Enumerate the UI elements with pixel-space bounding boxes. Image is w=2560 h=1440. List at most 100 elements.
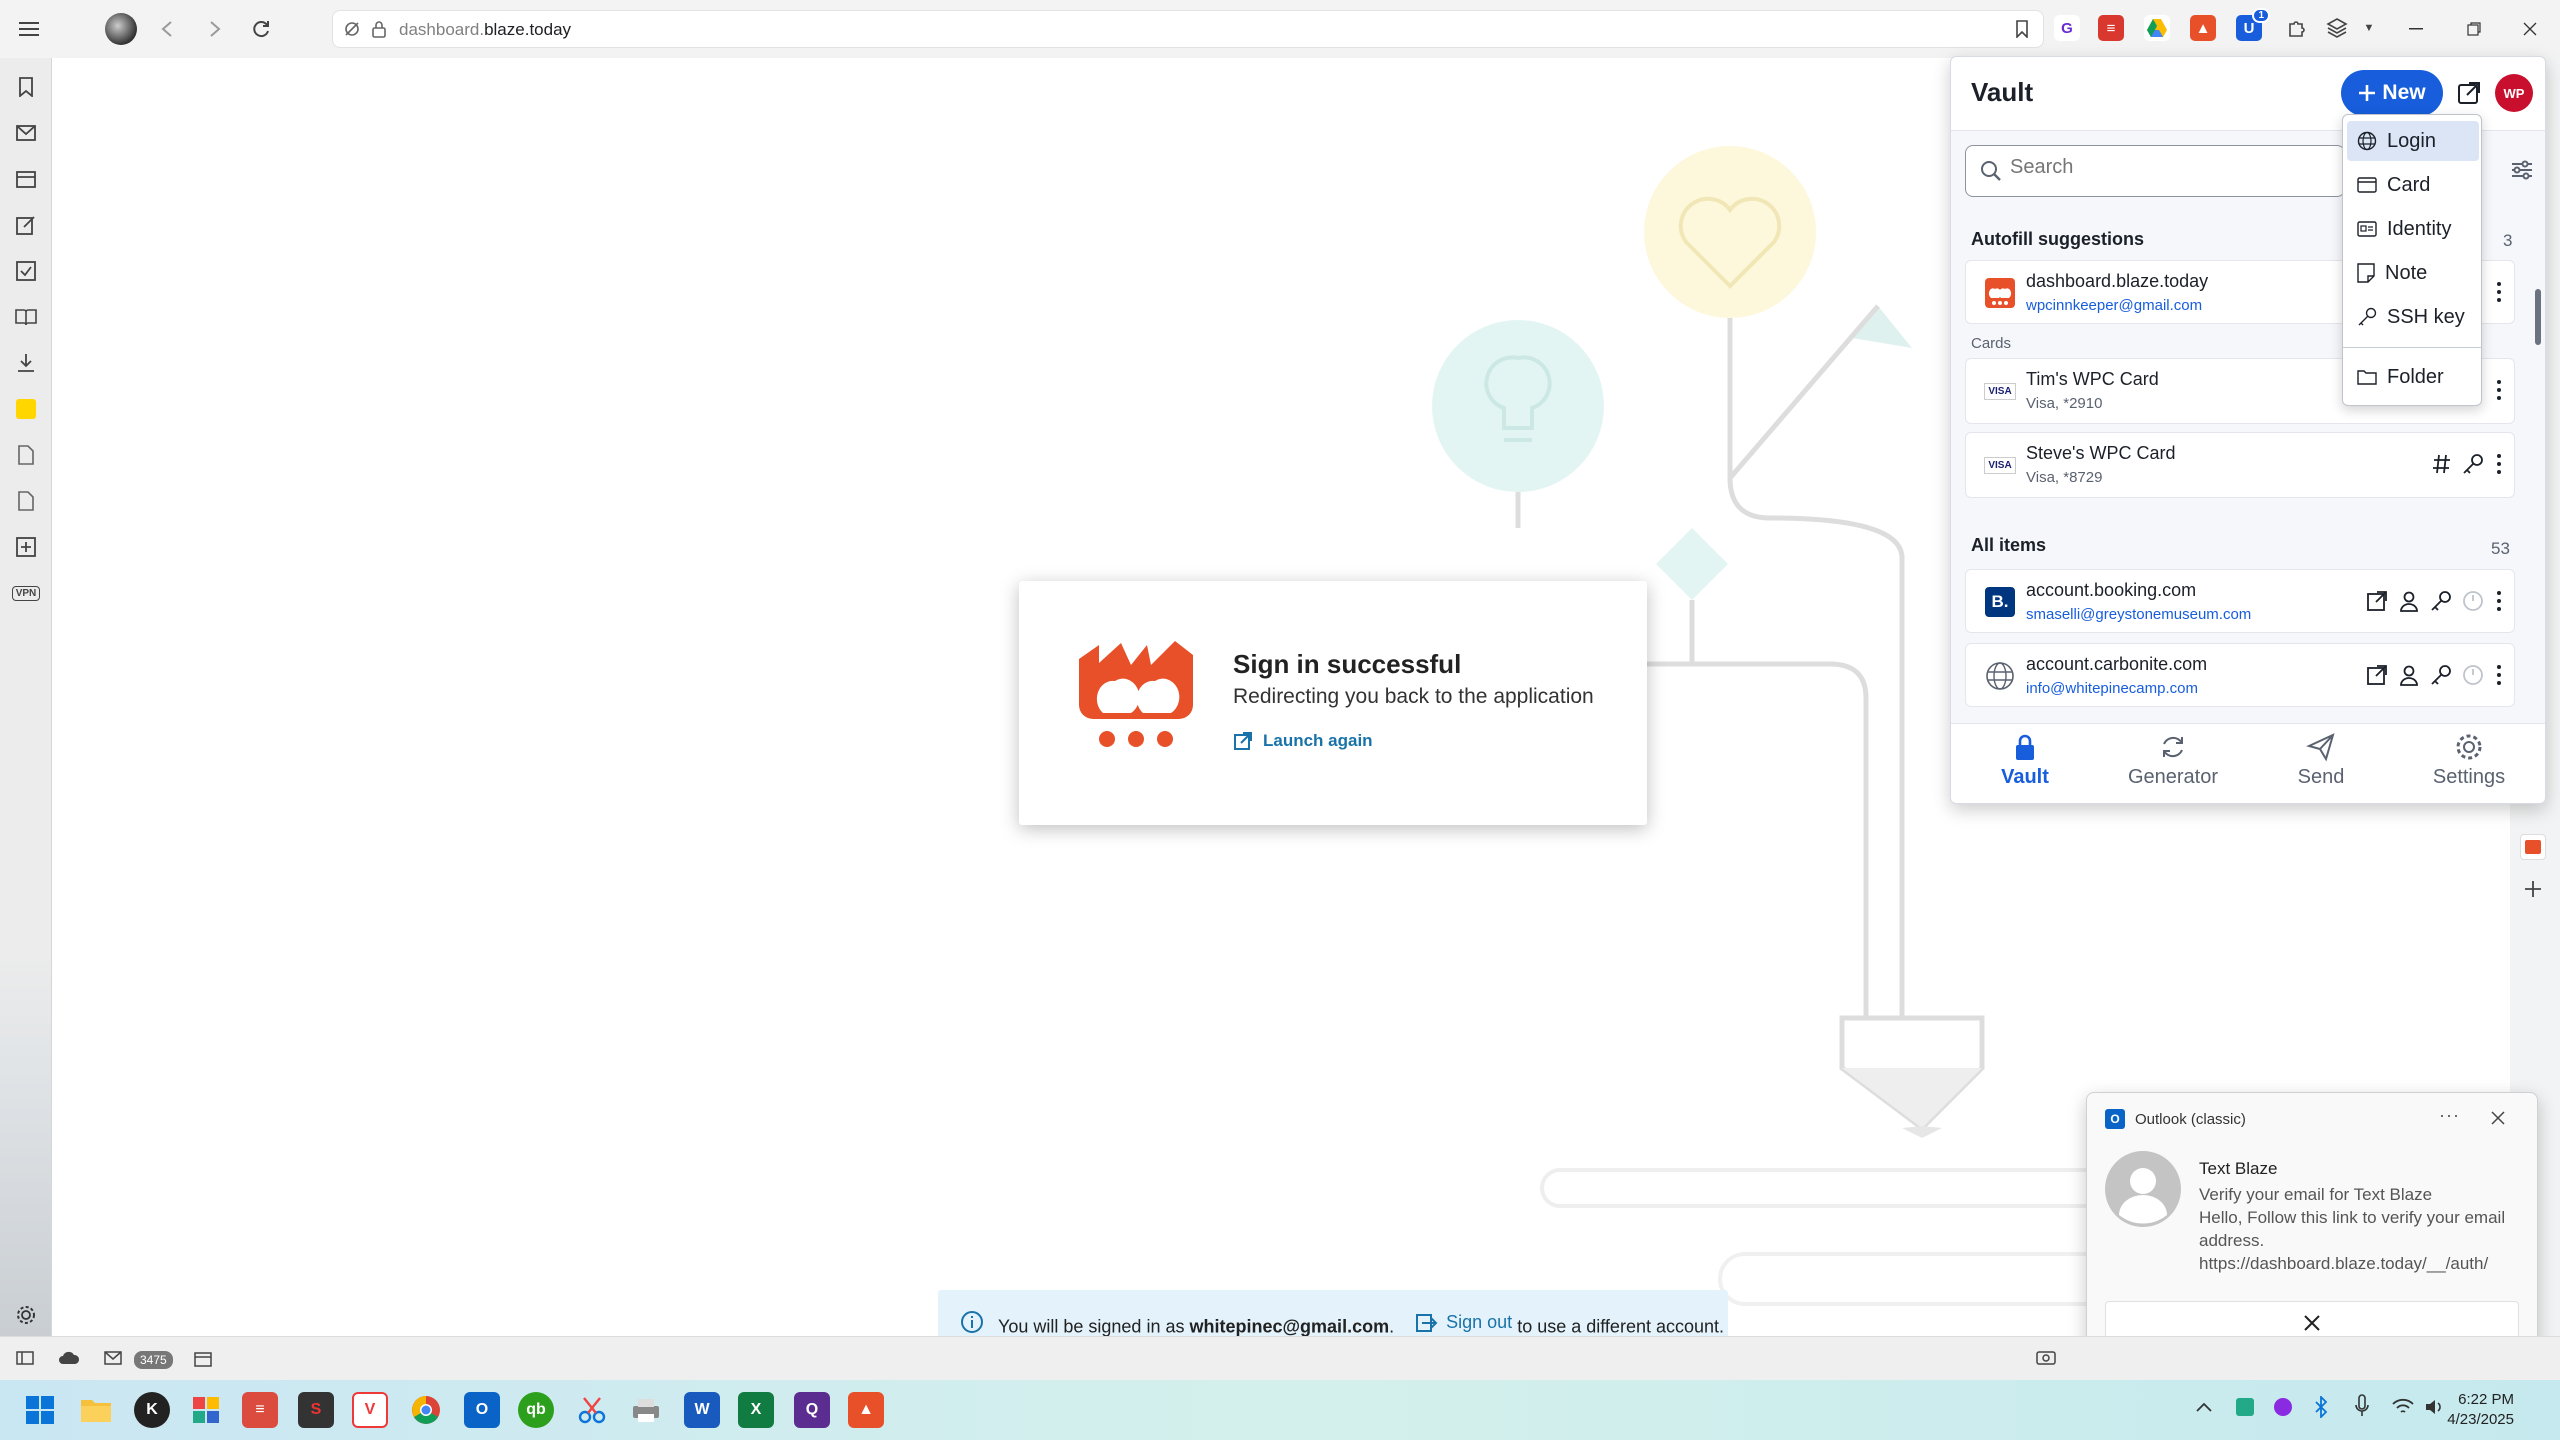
sign-out-link[interactable]: Sign out — [1416, 1312, 1512, 1333]
downloads-icon[interactable] — [13, 350, 39, 376]
card-item[interactable]: VISA Steve's WPC Card Visa, *8729 — [1965, 432, 2515, 498]
mail-icon[interactable] — [13, 120, 39, 146]
notes-icon[interactable] — [13, 212, 39, 238]
chevron-down-icon[interactable]: ▼ — [2356, 15, 2382, 41]
totp-clock-icon[interactable] — [2462, 664, 2484, 686]
menu-item-note[interactable]: Note — [2347, 253, 2479, 293]
close-window-button[interactable] — [2510, 14, 2550, 44]
profile-avatar[interactable] — [104, 12, 138, 46]
more-options-icon[interactable] — [2494, 279, 2504, 305]
volume-icon[interactable] — [2424, 1398, 2446, 1416]
taskbar-clock[interactable]: 6:22 PM 4/23/2025 — [2447, 1390, 2514, 1430]
account-avatar[interactable]: WP — [2495, 74, 2533, 112]
chrome-icon[interactable] — [408, 1392, 444, 1428]
vault-scrollbar[interactable] — [2533, 217, 2543, 717]
popout-icon[interactable] — [2457, 81, 2481, 105]
capture-icon[interactable] — [2036, 1349, 2056, 1365]
sync-cloud-icon[interactable] — [58, 1351, 80, 1365]
calendar-icon[interactable] — [13, 166, 39, 192]
extension-drive-icon[interactable] — [2144, 15, 2170, 41]
nav-send-tab[interactable]: Send — [2247, 732, 2395, 789]
microphone-icon[interactable] — [2354, 1394, 2370, 1418]
bookmark-icon[interactable] — [2015, 20, 2029, 38]
reading-list-icon[interactable] — [13, 304, 39, 330]
menu-icon[interactable] — [12, 12, 46, 46]
launch-again-link[interactable]: Launch again — [1233, 731, 1373, 751]
extensions-puzzle-icon[interactable] — [2284, 15, 2310, 41]
vpn-icon[interactable]: VPN — [11, 580, 41, 606]
vault-search-field[interactable] — [1965, 145, 2345, 197]
panel-toggle-icon[interactable] — [16, 1351, 34, 1365]
totp-clock-icon[interactable] — [2462, 590, 2484, 612]
add-panel-icon[interactable] — [13, 534, 39, 560]
restore-button[interactable] — [2454, 14, 2494, 44]
app-s-icon[interactable]: S — [298, 1392, 334, 1428]
tray-expand-icon[interactable] — [2196, 1402, 2212, 1412]
quickbooks-icon[interactable]: qb — [518, 1392, 554, 1428]
toast-dismiss-icon[interactable] — [2491, 1111, 2505, 1125]
nav-vault-tab[interactable]: Vault — [1951, 732, 2099, 789]
app-tiles-icon[interactable] — [188, 1392, 224, 1428]
more-options-icon[interactable] — [2494, 377, 2504, 403]
forward-icon[interactable] — [198, 12, 232, 46]
mail-status-icon[interactable] — [104, 1351, 122, 1365]
web-panel-yellow-icon[interactable] — [13, 396, 39, 422]
extension-bitwarden-icon[interactable]: U 1 — [2236, 8, 2270, 41]
add-web-panel-icon[interactable] — [2524, 880, 2542, 898]
more-options-icon[interactable] — [2494, 662, 2504, 688]
vault-item[interactable]: account.carbonite.com info@whitepinecamp… — [1965, 643, 2515, 707]
file-explorer-icon[interactable] — [78, 1392, 114, 1428]
app-q-icon[interactable]: Q — [794, 1392, 830, 1428]
copy-password-key-icon[interactable] — [2430, 664, 2452, 686]
calendar-status-icon[interactable] — [194, 1351, 212, 1367]
extension-todoist-icon[interactable]: ≡ — [2098, 15, 2124, 41]
wifi-icon[interactable] — [2392, 1398, 2414, 1416]
toast-more-icon[interactable]: ··· — [2439, 1105, 2460, 1126]
address-bar[interactable]: dashboard.blaze.today — [332, 10, 2044, 48]
printer-icon[interactable] — [628, 1392, 664, 1428]
nav-generator-tab[interactable]: Generator — [2099, 732, 2247, 789]
reload-icon[interactable] — [244, 12, 278, 46]
snipping-tool-icon[interactable] — [574, 1392, 610, 1428]
nav-settings-tab[interactable]: Settings — [2395, 732, 2543, 789]
launch-icon[interactable] — [2366, 664, 2388, 686]
page-panel-icon[interactable] — [13, 442, 39, 468]
bookmarks-icon[interactable] — [13, 74, 39, 100]
copy-password-key-icon[interactable] — [2430, 590, 2452, 612]
todoist-icon[interactable]: ≡ — [242, 1392, 278, 1428]
vault-item[interactable]: B. account.booking.com smaselli@greyston… — [1965, 569, 2515, 633]
vivaldi-icon[interactable]: V — [352, 1392, 388, 1428]
layers-icon[interactable] — [2324, 15, 2350, 41]
tray-app-2-icon[interactable] — [2274, 1398, 2292, 1416]
extension-q-icon[interactable]: G — [2054, 15, 2080, 41]
page-panel-icon-2[interactable] — [13, 488, 39, 514]
menu-item-folder[interactable]: Folder — [2347, 357, 2479, 397]
web-panel-textblaze-icon[interactable] — [2520, 834, 2546, 860]
extension-textblaze-icon[interactable]: ▲ — [2190, 15, 2216, 41]
menu-item-ssh-key[interactable]: SSH key — [2347, 297, 2479, 337]
textblaze-taskbar-icon[interactable]: ▲ — [848, 1392, 884, 1428]
copy-username-icon[interactable] — [2398, 664, 2420, 686]
launch-icon[interactable] — [2366, 590, 2388, 612]
menu-item-card[interactable]: Card — [2347, 165, 2479, 205]
copy-username-icon[interactable] — [2398, 590, 2420, 612]
site-settings-icon[interactable] — [343, 20, 361, 38]
copy-number-icon[interactable] — [2432, 453, 2452, 475]
more-options-icon[interactable] — [2494, 588, 2504, 614]
app-k-icon[interactable]: K — [134, 1392, 170, 1428]
excel-icon[interactable]: X — [738, 1392, 774, 1428]
more-options-icon[interactable] — [2494, 451, 2504, 477]
filter-icon[interactable] — [2511, 159, 2533, 181]
tray-app-icon[interactable] — [2236, 1398, 2254, 1416]
menu-item-identity[interactable]: Identity — [2347, 209, 2479, 249]
outlook-notification[interactable]: O Outlook (classic) ··· Text Blaze Verif… — [2086, 1092, 2538, 1362]
windows-start-icon[interactable] — [22, 1392, 58, 1428]
new-button[interactable]: New — [2341, 70, 2443, 116]
outlook-taskbar-icon[interactable]: O — [464, 1392, 500, 1428]
menu-item-login[interactable]: Login — [2347, 121, 2479, 161]
minimize-button[interactable] — [2396, 14, 2436, 44]
search-input[interactable] — [2010, 156, 2330, 179]
settings-gear-icon[interactable] — [13, 1302, 39, 1328]
back-icon[interactable] — [150, 12, 184, 46]
tasks-icon[interactable] — [13, 258, 39, 284]
